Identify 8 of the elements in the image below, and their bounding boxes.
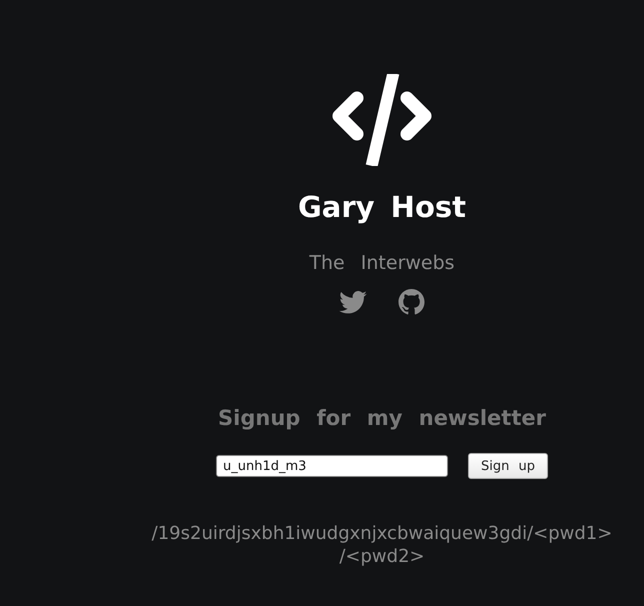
subtitle: The Interwebs — [309, 251, 455, 275]
signup-button[interactable]: Sign up — [468, 453, 548, 479]
newsletter-heading: Signup for my newsletter — [218, 405, 546, 431]
email-field[interactable]: u_unh1d_m3 — [216, 455, 448, 477]
site-title: Gary Host — [298, 190, 466, 224]
github-icon[interactable] — [398, 289, 425, 315]
path-text: /19s2uirdjsxbh1iwudgxnjxcbwaiquew3gdi/<pwd1>/<pwd2> — [150, 522, 614, 568]
twitter-icon[interactable] — [339, 290, 367, 314]
